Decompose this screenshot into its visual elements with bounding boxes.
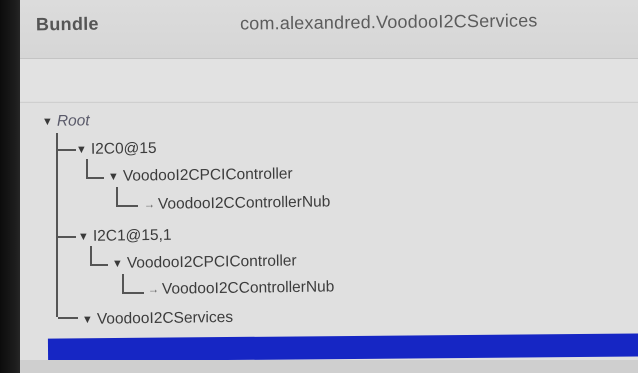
monitor-bezel: [0, 0, 22, 373]
tree-row-pci-controller-0[interactable]: ▼ VoodooI2CPCIController: [108, 165, 293, 186]
tree-node-label: VoodooI2CControllerNub: [161, 278, 335, 298]
tree-row-pci-controller-1[interactable]: ▼ VoodooI2CPCIController: [112, 252, 297, 273]
tree-connector-line: [56, 236, 76, 238]
tree-connector-line: [122, 292, 144, 294]
tree-leaf-arrow-icon: →: [147, 283, 160, 296]
tree-row-i2c0[interactable]: ▼ I2C0@15: [76, 140, 157, 159]
tree-connector-line: [56, 149, 76, 151]
bottom-edge: [20, 360, 638, 373]
disclosure-triangle-expanded-icon[interactable]: ▼: [82, 314, 93, 326]
tree-row-controller-nub-1[interactable]: → VoodooI2CControllerNub: [148, 278, 335, 299]
tree-connector-line: [90, 264, 108, 266]
tree-node-label: I2C0@15: [90, 139, 157, 158]
tree-node-label: VoodooI2CPCIController: [122, 165, 293, 185]
property-key: Bundle: [35, 13, 99, 35]
tree-node-label: Root: [56, 112, 90, 130]
disclosure-triangle-expanded-icon[interactable]: ▼: [78, 231, 89, 243]
tree-connector-line: [122, 274, 124, 293]
tree-leaf-arrow-icon: →: [143, 198, 156, 211]
tree-node-label: VoodooI2CControllerNub: [157, 193, 331, 213]
tree-row-root[interactable]: ▼ Root: [42, 112, 90, 131]
tree-row-controller-nub-0[interactable]: → VoodooI2CControllerNub: [144, 193, 331, 214]
tree-connector-line: [58, 317, 78, 319]
tree-row-i2c-services[interactable]: ▼ VoodooI2CServices: [82, 309, 233, 329]
tree-connector-line: [56, 133, 58, 317]
tree-connector-line: [86, 159, 88, 177]
disclosure-triangle-expanded-icon[interactable]: ▼: [112, 258, 123, 270]
disclosure-triangle-expanded-icon[interactable]: ▼: [76, 144, 87, 156]
tree-connector-line: [86, 177, 104, 179]
tree-connector-line: [116, 187, 118, 205]
disclosure-triangle-expanded-icon[interactable]: ▼: [42, 116, 53, 128]
tree-node-label: VoodooI2CPCIController: [126, 252, 297, 272]
tree-connector-line: [90, 246, 92, 264]
properties-spacer: [20, 59, 638, 101]
property-value[interactable]: com.alexandred.VoodooI2CServices: [240, 10, 538, 34]
tree-connector-line: [116, 205, 138, 207]
properties-header-row: Bundle com.alexandred.VoodooI2CServices: [20, 0, 638, 59]
ioreg-window: Bundle com.alexandred.VoodooI2CServices …: [20, 0, 638, 373]
tree-node-label: I2C1@15,1: [92, 226, 172, 245]
tree-row-i2c1[interactable]: ▼ I2C1@15,1: [78, 227, 172, 246]
disclosure-triangle-expanded-icon[interactable]: ▼: [108, 171, 119, 183]
tree-node-label: VoodooI2CServices: [96, 308, 234, 328]
